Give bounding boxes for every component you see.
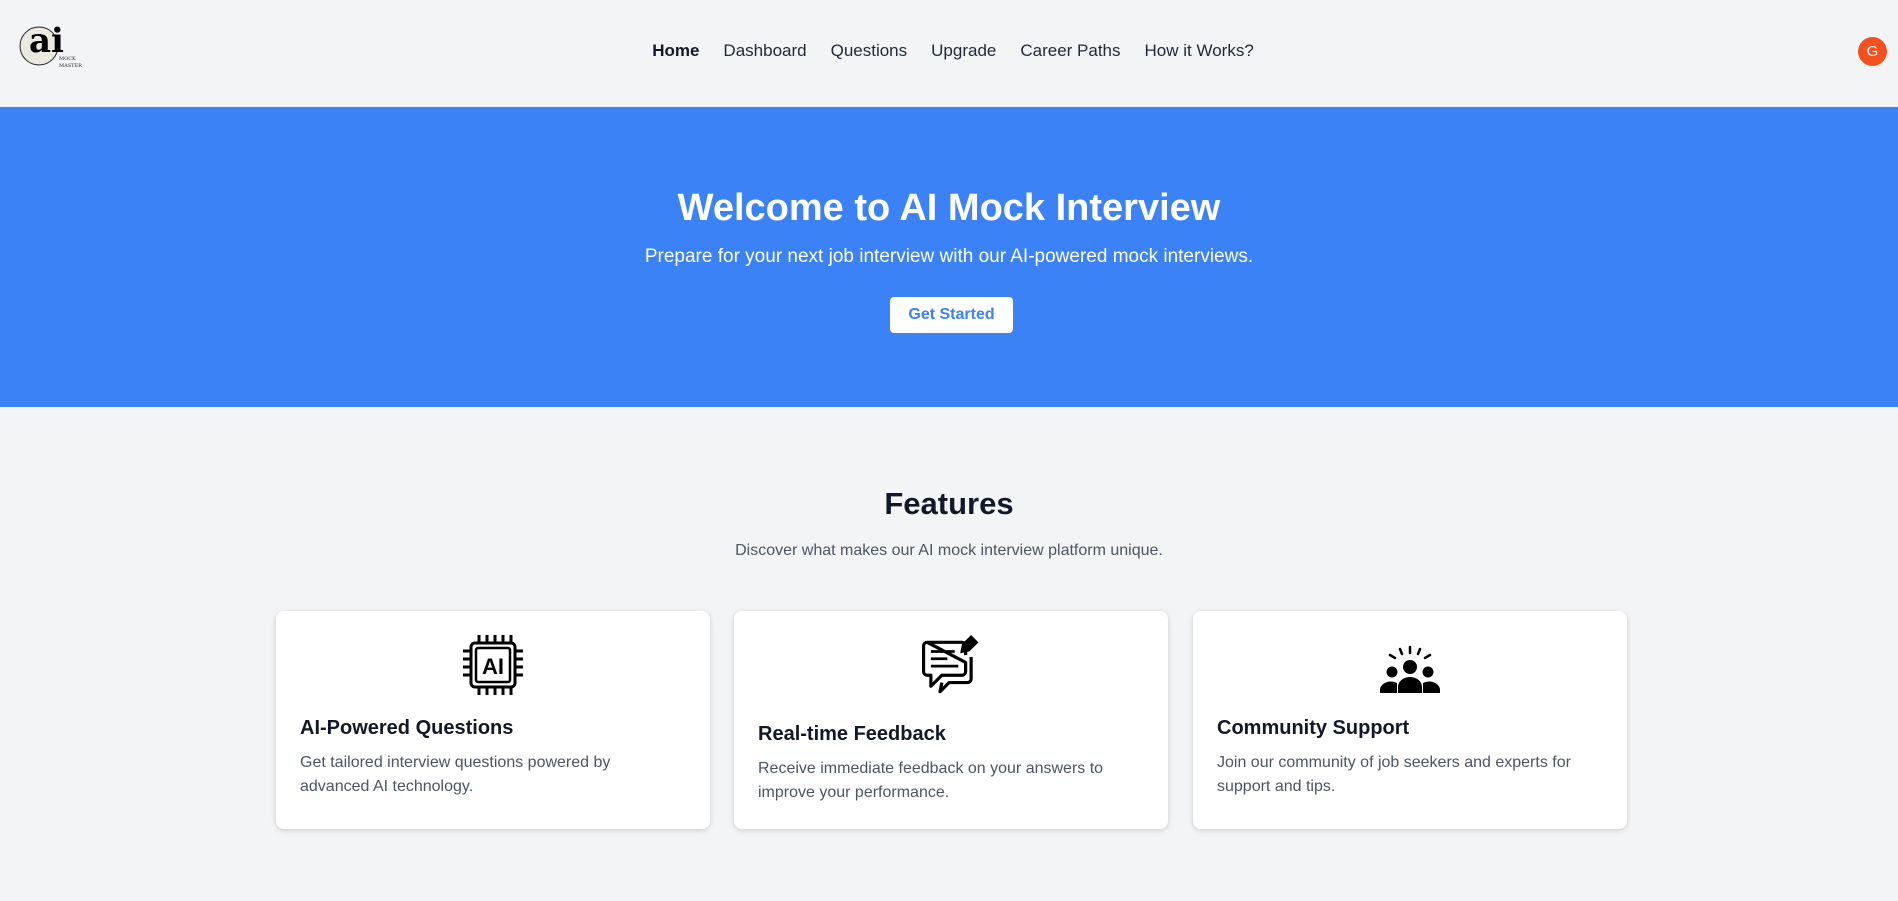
nav-career-paths[interactable]: Career Paths — [1020, 40, 1120, 62]
hero-subtitle: Prepare for your next job interview with… — [644, 246, 1254, 267]
site-header: ai MOCK MASTER Home Dashboard Questions … — [0, 0, 1898, 107]
svg-text:AI: AI — [482, 654, 504, 679]
nav-questions[interactable]: Questions — [831, 40, 908, 62]
nav-dashboard[interactable]: Dashboard — [723, 40, 806, 62]
features-subtitle: Discover what makes our AI mock intervie… — [735, 542, 1163, 559]
feature-title: Community Support — [1217, 717, 1410, 739]
get-started-button[interactable]: Get Started — [890, 297, 1013, 333]
nav-home[interactable]: Home — [652, 40, 699, 62]
feature-text-line1: Join our community of job seekers and ex… — [1217, 754, 1571, 771]
logo-sub2: MASTER — [59, 63, 82, 69]
feature-text-line2: advanced AI technology. — [300, 778, 474, 795]
user-avatar[interactable]: G — [1858, 37, 1887, 66]
feature-title: AI-Powered Questions — [300, 717, 514, 739]
feature-text-line1: Receive immediate feedback on your answe… — [758, 760, 1104, 777]
feedback-chat-icon — [921, 635, 979, 694]
community-icon — [1380, 645, 1440, 693]
feature-title: Real-time Feedback — [758, 723, 946, 745]
feature-card-feedback: Real-time Feedback Receive immediate fee… — [734, 611, 1168, 829]
hero-title: Welcome to AI Mock Interview — [677, 187, 1221, 229]
ai-chip-icon: AI — [463, 635, 523, 695]
feature-text-line2: improve your performance. — [758, 784, 950, 801]
feature-card-community: Community Support Join our community of … — [1193, 611, 1627, 829]
feature-card-ai-questions: AI AI-Powered Questions Get tailored int… — [276, 611, 710, 829]
nav-upgrade[interactable]: Upgrade — [931, 40, 996, 62]
nav-how-it-works[interactable]: How it Works? — [1145, 40, 1254, 62]
hero-section: Welcome to AI Mock Interview Prepare for… — [0, 107, 1898, 407]
feature-text-line2: support and tips. — [1217, 778, 1336, 795]
main-nav: Home Dashboard Questions Upgrade Career … — [0, 40, 1898, 62]
feature-text-line1: Get tailored interview questions powered… — [300, 754, 611, 771]
features-title: Features — [884, 486, 1014, 521]
